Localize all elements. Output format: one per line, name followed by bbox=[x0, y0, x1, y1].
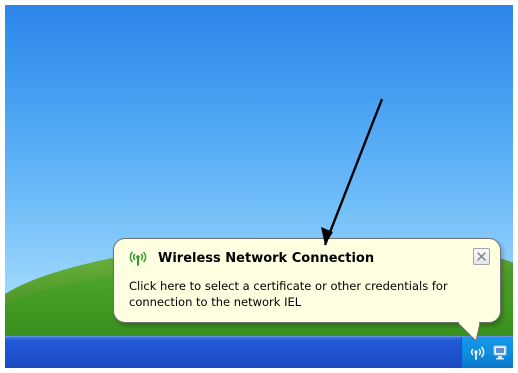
balloon-close-button[interactable] bbox=[473, 248, 490, 265]
taskbar bbox=[5, 336, 513, 368]
balloon-pointer bbox=[456, 322, 481, 342]
wireless-network-icon[interactable] bbox=[469, 343, 487, 361]
balloon-message[interactable]: Click here to select a certificate or ot… bbox=[129, 278, 489, 310]
screen: Wireless Network Connection Click here t… bbox=[0, 0, 518, 373]
balloon-title: Wireless Network Connection bbox=[158, 250, 375, 266]
balloon-header: Wireless Network Connection bbox=[128, 247, 458, 269]
wireless-signal-icon bbox=[128, 249, 148, 267]
monitor-icon[interactable] bbox=[491, 343, 509, 361]
close-icon bbox=[477, 252, 486, 261]
notification-balloon[interactable]: Wireless Network Connection Click here t… bbox=[113, 238, 501, 323]
